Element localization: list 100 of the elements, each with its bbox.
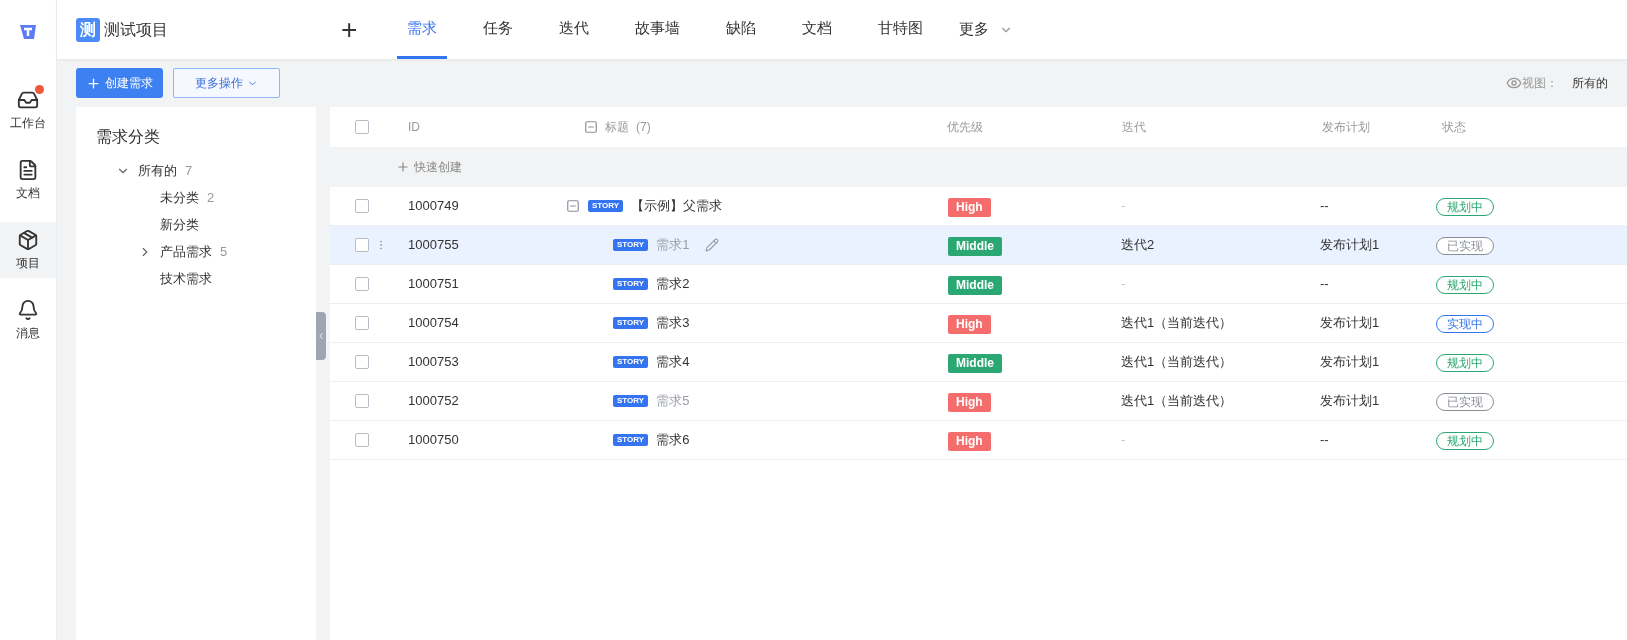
chevron-left-icon [316, 331, 326, 341]
rail-item[interactable]: 消息 [0, 292, 56, 348]
rail-item[interactable]: 文档 [0, 152, 56, 208]
nav-tab[interactable]: 需求 [397, 0, 448, 59]
category-label: 新分类 [160, 215, 199, 234]
table-cell-text: 发布计划1 [1319, 353, 1381, 372]
story-title[interactable]: 需求4 [656, 352, 690, 372]
rail-label: 文档 [16, 184, 40, 202]
view-label: 视图： [1522, 75, 1558, 92]
category-label: 产品需求 [160, 242, 212, 261]
status-tag: 实现中 [1436, 315, 1494, 333]
rail-label: 项目 [16, 254, 40, 272]
status-tag: 规划中 [1436, 354, 1494, 372]
row-count: (7) [636, 119, 651, 136]
status-tag: 已实现 [1436, 237, 1494, 255]
nav-tab[interactable]: 故事墙 [625, 0, 691, 59]
category-count: 5 [220, 242, 228, 261]
panel-title: 需求分类 [95, 127, 161, 147]
nav-tab[interactable]: 迭代 [549, 0, 600, 59]
table-cell-text: 1000750 [407, 431, 460, 450]
row-checkbox[interactable] [355, 277, 369, 291]
table-cell-text: 发布计划1 [1319, 314, 1381, 333]
table-cell-text: 迭代1（当前迭代） [1120, 353, 1234, 372]
table-cell-text: -- [1319, 197, 1330, 216]
table-cell-text: 迭代1（当前迭代） [1120, 314, 1234, 333]
priority-badge: High [948, 198, 991, 217]
story-tag: STORY [613, 434, 649, 446]
table-cell-text: 1000753 [407, 353, 460, 372]
table-cell-text: -- [1319, 431, 1330, 450]
story-tag: STORY [613, 356, 649, 368]
nav-tab[interactable]: 任务 [473, 0, 524, 59]
create-button[interactable]: 创建需求 [76, 68, 163, 98]
table-cell-text: -- [1319, 275, 1330, 294]
priority-badge: High [948, 315, 991, 334]
story-title[interactable]: 【示例】父需求 [631, 196, 723, 216]
category-count: 7 [185, 161, 193, 180]
nav-tab[interactable]: 缺陷 [716, 0, 767, 59]
category-item[interactable]: 所有的 7 [76, 157, 316, 184]
select-all-checkbox[interactable] [355, 120, 369, 134]
rail-label: 工作台 [10, 114, 46, 132]
rail-item[interactable]: 项目 [0, 222, 56, 278]
table-cell-text: 迭代2 [1120, 236, 1156, 255]
priority-badge: Middle [948, 276, 1002, 295]
project-badge: 测 [76, 17, 100, 42]
priority-badge: High [948, 432, 991, 451]
status-tag: 规划中 [1436, 432, 1494, 450]
category-count: 2 [207, 188, 215, 207]
rail-label: 消息 [16, 324, 40, 342]
table-row[interactable]: 1000755 STORY 需求1 Middle 迭代2 发布计划1 已实现 [330, 226, 1627, 265]
table-cell-text: 1000751 [407, 275, 460, 294]
row-checkbox[interactable] [355, 199, 369, 213]
row-checkbox[interactable] [355, 433, 369, 447]
category-label: 技术需求 [160, 269, 212, 288]
edit-icon[interactable] [705, 238, 720, 252]
nav-tab[interactable]: 文档 [792, 0, 843, 59]
story-tag: STORY [613, 239, 649, 251]
project-name[interactable]: 测试项目 [104, 17, 168, 42]
nav-tab[interactable]: 甘特图 [868, 0, 934, 59]
plus-icon [396, 160, 410, 174]
priority-badge: Middle [948, 354, 1002, 373]
category-item[interactable]: 新分类 [76, 211, 316, 238]
table-cell-text: 1000755 [407, 236, 460, 255]
row-checkbox[interactable] [355, 394, 369, 408]
add-button[interactable]: + [341, 15, 358, 44]
story-tag: STORY [613, 278, 649, 290]
story-tag: STORY [613, 395, 649, 407]
story-title[interactable]: 需求3 [656, 313, 690, 333]
category-label: 所有的 [138, 161, 177, 180]
table-cell-text: - [1120, 275, 1127, 294]
category-item[interactable]: 产品需求 5 [76, 238, 316, 265]
more-actions-button[interactable]: 更多操作 [173, 68, 280, 98]
story-tag: STORY [588, 200, 624, 212]
row-checkbox[interactable] [355, 355, 369, 369]
more-tab[interactable]: 更多 [959, 0, 1014, 59]
status-tag: 规划中 [1436, 198, 1494, 216]
table-cell-text: 迭代1（当前迭代） [1120, 392, 1234, 411]
table-cell-text: - [1120, 197, 1127, 216]
table-cell-text: 1000754 [407, 314, 460, 333]
priority-badge: High [948, 393, 991, 412]
view-selector[interactable]: 所有的 [1572, 74, 1608, 92]
story-title[interactable]: 需求6 [656, 430, 690, 450]
table-cell-text: 发布计划1 [1319, 236, 1381, 255]
table-cell-text: - [1120, 431, 1127, 450]
logo-icon[interactable] [18, 22, 38, 42]
eye-icon [1506, 75, 1522, 91]
story-title[interactable]: 需求2 [656, 274, 690, 294]
category-item[interactable]: 未分类 2 [76, 184, 316, 211]
table-cell-text: 发布计划1 [1319, 392, 1381, 411]
collapse-icon[interactable] [566, 199, 580, 213]
priority-badge: Middle [948, 237, 1002, 256]
plus-icon [86, 75, 101, 91]
rail-item[interactable]: 工作台 [0, 82, 56, 138]
collapse-all-icon[interactable] [584, 120, 598, 134]
collapse-handle[interactable] [316, 312, 326, 360]
status-tag: 规划中 [1436, 276, 1494, 294]
row-checkbox[interactable] [355, 238, 369, 252]
table-cell-text: 1000749 [407, 197, 460, 216]
row-checkbox[interactable] [355, 316, 369, 330]
category-item[interactable]: 技术需求 [76, 265, 316, 292]
status-tag: 已实现 [1436, 393, 1494, 411]
